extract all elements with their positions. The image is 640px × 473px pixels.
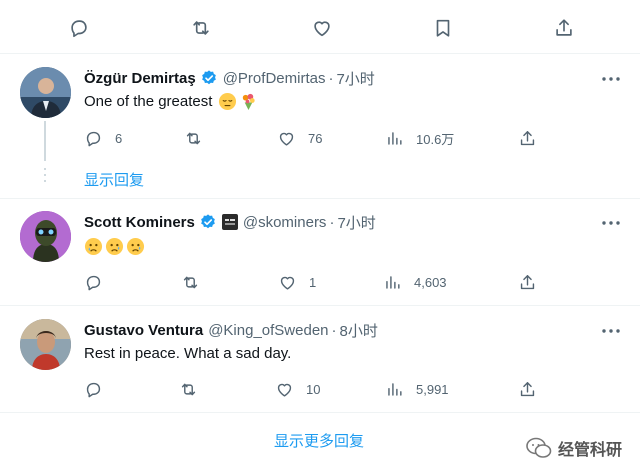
author-handle[interactable]: @skominers [243, 214, 327, 231]
bouquet-emoji-icon [243, 93, 256, 111]
crying-face-emoji-icon [84, 237, 103, 256]
more-options-button[interactable] [600, 68, 622, 90]
tweet-actions: 1 4,603 [84, 271, 544, 293]
separator-dot: · [328, 69, 334, 87]
show-replies-link[interactable]: 显示回复 [84, 169, 144, 190]
retweet-button[interactable] [179, 378, 210, 400]
views-button[interactable]: 10.6万 [385, 127, 454, 149]
verified-badge-icon [201, 70, 216, 85]
like-button[interactable]: 76 [277, 127, 322, 149]
tweet-text-content: Rest in peace. What a sad day. [84, 345, 292, 362]
views-button[interactable]: 4,603 [383, 271, 447, 293]
reply-button[interactable] [68, 17, 90, 39]
reply-icon [86, 275, 101, 290]
timestamp[interactable]: 7小时 [337, 212, 375, 233]
affiliation-badge-icon [221, 214, 238, 230]
retweet-button[interactable] [190, 17, 212, 39]
bookmark-icon [436, 19, 450, 37]
reply-count: 6 [115, 130, 123, 146]
separator-dot: · [331, 321, 337, 339]
like-icon [279, 132, 294, 146]
reply-tweet[interactable]: Scott Kominers @skominers · 7小时 1 4,603 [0, 199, 640, 305]
reply-button[interactable] [84, 378, 115, 400]
share-button[interactable] [518, 271, 537, 293]
timestamp[interactable]: 7小时 [336, 68, 374, 89]
more-options-button[interactable] [600, 212, 622, 234]
thread-dots [44, 168, 46, 186]
watermark-text: 经管科研 [557, 442, 622, 459]
like-count: 10 [306, 381, 321, 397]
avatar[interactable] [20, 211, 71, 262]
tweet-text [84, 237, 145, 256]
like-icon [277, 383, 292, 397]
tweet-text-content: One of the greatest [84, 93, 213, 110]
view-count: 4,603 [414, 274, 447, 290]
sad-relieved-face-emoji-icon [105, 237, 124, 256]
views-icon [388, 382, 402, 396]
like-count: 1 [309, 274, 317, 290]
more-icon [602, 329, 620, 333]
tweet-actions: 6 76 10.6万 [84, 127, 544, 149]
tweet-text: One of the greatest [84, 92, 258, 111]
like-button[interactable]: 1 [278, 271, 316, 293]
share-icon [556, 19, 572, 36]
author-handle[interactable]: @King_ofSweden [208, 322, 328, 339]
like-icon [280, 276, 295, 290]
reply-button[interactable] [84, 271, 115, 293]
view-count: 5,991 [416, 381, 449, 397]
show-more-replies-link[interactable]: 显示更多回复 [274, 430, 364, 451]
retweet-button[interactable] [184, 127, 215, 149]
reply-tweet[interactable]: Gustavo Ventura @King_ofSweden · 8小时 Res… [0, 306, 640, 412]
separator-dot: · [329, 213, 335, 231]
tweet-actions: 10 5,991 [84, 378, 544, 400]
reply-icon [71, 20, 87, 38]
sad-relieved-face-emoji-icon [126, 237, 145, 256]
share-icon [520, 130, 535, 145]
share-button[interactable] [518, 127, 537, 149]
wechat-icon [526, 437, 552, 458]
share-button[interactable] [553, 17, 575, 39]
tweet-header: Scott Kominers @skominers · 7小时 [84, 212, 376, 232]
bookmark-button[interactable] [432, 17, 454, 39]
author-name[interactable]: Scott Kominers [84, 214, 195, 231]
pensive-face-emoji-icon [219, 92, 237, 111]
views-button[interactable]: 5,991 [385, 378, 449, 400]
like-button[interactable] [311, 17, 333, 39]
author-name[interactable]: Gustavo Ventura [84, 322, 203, 339]
views-icon [386, 275, 400, 289]
tweet-text: Rest in peace. What a sad day. [84, 345, 291, 362]
retweet-icon [183, 276, 198, 288]
more-icon [602, 221, 620, 225]
main-tweet-action-bar [0, 0, 640, 54]
timestamp[interactable]: 8小时 [340, 320, 378, 341]
retweet-icon [181, 383, 196, 395]
share-icon [520, 381, 535, 396]
avatar[interactable] [20, 67, 71, 118]
tweet-header: Özgür Demirtaş @ProfDemirtas · 7小时 [84, 68, 375, 88]
avatar[interactable] [20, 319, 71, 370]
watermark: 经管科研 [526, 436, 622, 460]
view-count: 10.6万 [416, 131, 455, 147]
share-icon [520, 274, 535, 289]
retweet-button[interactable] [181, 271, 212, 293]
reply-tweet[interactable]: Özgür Demirtaş @ProfDemirtas · 7小时 One o… [0, 55, 640, 200]
reply-icon [86, 131, 101, 146]
author-name[interactable]: Özgür Demirtaş [84, 70, 196, 87]
more-icon [602, 77, 620, 81]
tweet-header: Gustavo Ventura @King_ofSweden · 8小时 [84, 320, 378, 340]
retweet-icon [193, 21, 209, 35]
more-options-button[interactable] [600, 320, 622, 342]
reply-icon [86, 382, 101, 397]
retweet-icon [186, 132, 201, 144]
divider [0, 412, 640, 413]
like-icon [314, 21, 330, 37]
like-button[interactable]: 10 [275, 378, 320, 400]
views-icon [388, 131, 402, 145]
share-button[interactable] [518, 378, 537, 400]
author-handle[interactable]: @ProfDemirtas [223, 70, 326, 87]
verified-badge-icon [201, 214, 215, 229]
reply-button[interactable]: 6 [84, 127, 122, 149]
like-count: 76 [308, 130, 323, 146]
thread-line [44, 121, 46, 161]
